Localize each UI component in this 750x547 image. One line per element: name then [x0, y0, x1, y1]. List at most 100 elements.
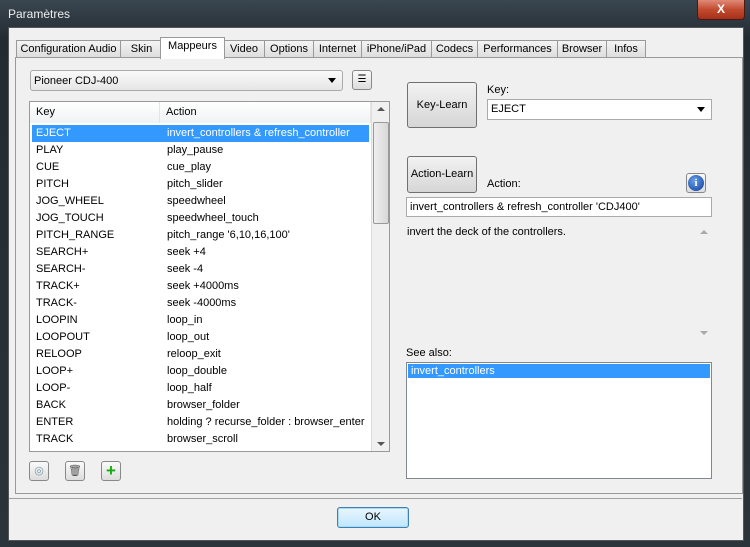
row-key: BACK — [36, 399, 66, 411]
mapper-select-value: Pioneer CDJ-400 — [34, 75, 119, 87]
tab-performances[interactable]: Performances — [477, 40, 558, 58]
table-row[interactable]: LOOPOUT loop_out — [32, 329, 369, 346]
action-label: Action: — [487, 178, 521, 190]
row-action: speedwheel — [167, 195, 226, 207]
tab-codecs[interactable]: Codecs — [431, 40, 478, 58]
row-action: browser_folder — [167, 399, 240, 411]
table-row[interactable]: TRACK browser_scroll — [32, 431, 369, 448]
row-key: LOOPIN — [36, 314, 78, 326]
table-row[interactable]: JOG_TOUCH speedwheel_touch — [32, 210, 369, 227]
scroll-down-icon[interactable] — [377, 442, 385, 446]
window-title: Paramètres — [8, 7, 71, 21]
scroll-up-icon[interactable] — [377, 107, 385, 111]
row-action: pitch_slider — [167, 178, 223, 190]
table-row[interactable]: JOG_WHEEL speedwheel — [32, 193, 369, 210]
row-key: SEARCH- — [36, 263, 86, 275]
row-action: play_pause — [167, 144, 224, 156]
row-key: SEARCH+ — [36, 246, 89, 258]
table-row[interactable]: LOOPIN loop_in — [32, 312, 369, 329]
table-row[interactable]: LOOP-loop_half — [32, 380, 369, 397]
row-action: seek -4 — [167, 263, 204, 275]
row-key: EJECT — [36, 127, 71, 139]
see-also-list: invert_controllers — [406, 362, 712, 479]
tab-internet[interactable]: Internet — [313, 40, 362, 58]
tab-video[interactable]: Video — [223, 40, 265, 58]
row-key: JOG_WHEEL — [36, 195, 104, 207]
chevron-down-icon — [328, 78, 336, 83]
import-icon[interactable]: ◎ — [29, 461, 49, 481]
table-row[interactable]: RELOOP reloop_exit — [32, 346, 369, 363]
tab-browser[interactable]: Browser — [557, 40, 607, 58]
ok-button[interactable]: OK — [337, 507, 409, 528]
row-key: PITCH_RANGE — [36, 229, 115, 241]
table-row[interactable]: ENTER holding ? recurse_folder : browser_… — [32, 414, 369, 431]
row-key: TRACK+ — [36, 280, 80, 292]
info-icon[interactable]: i — [688, 175, 704, 191]
table-row[interactable]: EJECT invert_controllers & refresh_contro… — [32, 125, 369, 156]
table-row[interactable]: SEARCH-seek -4 — [32, 261, 369, 278]
see-also-item[interactable]: invert_controllers — [408, 364, 710, 378]
row-action: pitch_range '6,10,16,100' — [167, 229, 290, 241]
row-action: speedwheel_touch — [167, 212, 259, 224]
table-row[interactable]: CUE cue_play — [32, 159, 369, 176]
scroll-thumb[interactable] — [373, 122, 389, 224]
mapping-table: Key Action EJECT invert_controllers & ref… — [29, 101, 390, 452]
tab-skin[interactable]: Skin — [120, 40, 163, 58]
tab-infos[interactable]: Infos — [606, 40, 646, 58]
row-action: browser_scroll — [167, 433, 238, 445]
tab-iphone-ipad[interactable]: iPhone/iPad — [361, 40, 432, 58]
key-learn-button[interactable]: Key-Learn — [407, 82, 477, 128]
close-button[interactable]: X — [697, 0, 745, 20]
trash-icon[interactable]: 🗑 — [65, 461, 85, 481]
mapper-list-icon[interactable]: ☰ — [352, 70, 372, 90]
row-key: TRACK — [36, 433, 74, 445]
table-row[interactable]: PITCH_RANGE pitch_range '6,10,16,100' — [32, 227, 369, 244]
row-action: seek -4000ms — [167, 297, 237, 309]
table-row[interactable]: SEARCH+ seek +4 — [32, 244, 369, 261]
table-row[interactable]: BACK browser_folder — [32, 397, 369, 414]
row-key: LOOPOUT — [36, 331, 90, 343]
table-row[interactable]: TRACK+ seek +4000ms — [32, 278, 369, 295]
row-key: LOOP+ — [36, 365, 73, 377]
tab-configuration-audio[interactable]: Configuration Audio — [16, 40, 121, 58]
divider — [9, 498, 742, 499]
key-label: Key: — [487, 84, 510, 96]
row-action: loop_half — [167, 382, 212, 394]
tab-options[interactable]: Options — [264, 40, 314, 58]
table-row[interactable]: PITCH pitch_slider — [32, 176, 369, 193]
description-area: invert the deck of the controllers. — [406, 221, 712, 341]
row-key: CUE — [36, 161, 60, 173]
table-row[interactable]: TRACK-seek -4000ms — [32, 295, 369, 312]
row-action: loop_out — [167, 331, 210, 343]
row-action: reloop_exit — [167, 348, 221, 360]
row-key: JOG_TOUCH — [36, 212, 104, 224]
description-text: invert the deck of the controllers. — [407, 226, 566, 238]
row-key: PITCH — [36, 178, 69, 190]
key-select[interactable]: EJECT — [487, 99, 712, 120]
scroll-up-icon[interactable] — [700, 230, 708, 234]
row-action: seek +4000ms — [167, 280, 239, 292]
see-also-label: See also: — [406, 347, 452, 359]
row-key: PLAY — [36, 144, 64, 156]
table-scrollbar[interactable] — [371, 102, 389, 451]
action-input[interactable]: invert_controllers & refresh_controller … — [406, 197, 712, 217]
row-key: RELOOP — [36, 348, 82, 360]
description-scrollbar[interactable] — [696, 221, 712, 341]
scroll-down-icon[interactable] — [700, 331, 708, 335]
column-header-action[interactable]: Action — [160, 102, 371, 123]
table-row[interactable]: LOOP+ loop_double — [32, 363, 369, 380]
column-header-key[interactable]: Key — [30, 102, 160, 123]
mapper-select[interactable]: Pioneer CDJ-400 — [30, 70, 343, 91]
row-action: loop_double — [167, 365, 227, 377]
action-learn-button[interactable]: Action-Learn — [407, 156, 477, 193]
row-action: cue_play — [167, 161, 212, 173]
key-select-value: EJECT — [491, 103, 526, 115]
row-action: seek +4 — [167, 246, 206, 258]
chevron-down-icon — [697, 107, 705, 112]
tab-mappeurs[interactable]: Mappeurs — [160, 37, 225, 59]
add-icon[interactable]: + — [101, 461, 121, 481]
row-key: TRACK- — [36, 297, 77, 309]
table-row[interactable]: PLAY play_pause — [32, 142, 369, 159]
row-key: LOOP- — [36, 382, 71, 394]
row-key: ENTER — [36, 416, 74, 428]
